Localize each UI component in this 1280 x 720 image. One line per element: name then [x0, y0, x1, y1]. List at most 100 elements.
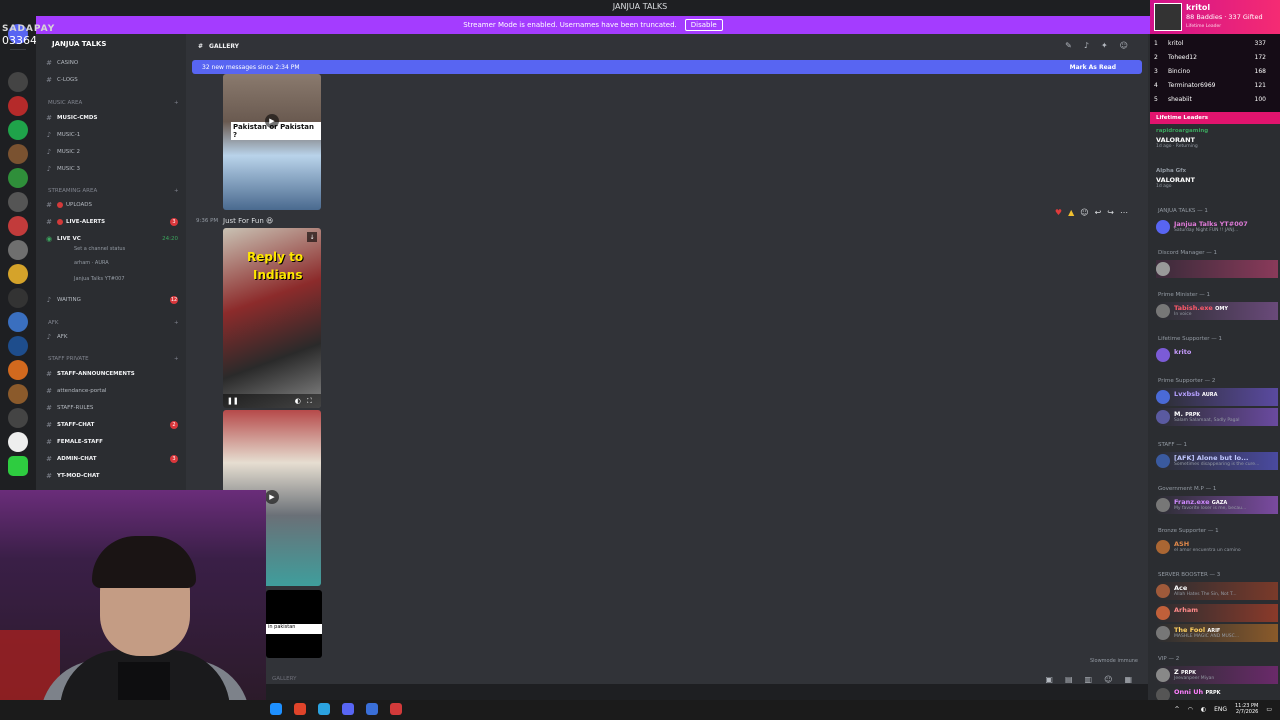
gift-icon[interactable]: ▣ — [1045, 675, 1053, 684]
member-row[interactable]: Janjua Talks YT#007 Saturday Night FUN !!… — [1156, 218, 1278, 236]
channel-staff-chat[interactable]: # STAFF-CHAT 2 — [44, 418, 184, 432]
sticker-icon[interactable]: ▥ — [1085, 675, 1093, 684]
obs-icon[interactable] — [390, 703, 402, 715]
add-channel-icon[interactable]: + — [174, 356, 179, 362]
server-icon[interactable] — [8, 216, 28, 236]
channel-music-3[interactable]: ♪ MUSIC 3 — [44, 162, 184, 176]
member-row[interactable]: Tabish.exe OMY In voice — [1156, 302, 1278, 320]
notifications-icon[interactable]: ♪ — [1084, 41, 1089, 50]
server-icon[interactable] — [8, 384, 28, 404]
server-icon[interactable] — [8, 408, 28, 428]
new-messages-bar[interactable]: 32 new messages since 2:34 PM Mark As Re… — [192, 60, 1142, 74]
channel-status[interactable]: Set a channel status — [74, 246, 125, 252]
thumbs-up-reaction-icon[interactable]: ▲ — [1068, 208, 1074, 217]
member-row[interactable]: [AFK] Alone but lo... Sometimes disappear… — [1156, 452, 1278, 470]
app-icon[interactable] — [366, 703, 378, 715]
video-attachment[interactable]: Pakistan or Pakistan ? ▶ — [223, 74, 321, 210]
channel-staff-rules[interactable]: # STAFF-RULES — [44, 401, 184, 415]
explorer-icon[interactable] — [270, 703, 282, 715]
server-icon[interactable] — [8, 168, 28, 188]
category-streaming[interactable]: STREAMING AREA + — [48, 188, 179, 194]
server-icon[interactable] — [8, 264, 28, 284]
more-icon[interactable]: ⋯ — [1120, 208, 1128, 217]
server-icon[interactable] — [8, 144, 28, 164]
video-player[interactable]: Reply to Indians ↓ ❚❚ ◐ ⛶ — [223, 228, 321, 408]
fullscreen-icon[interactable]: ⛶ — [307, 397, 312, 406]
chevron-up-icon[interactable]: ^ — [1175, 706, 1180, 713]
channel-music-cmds[interactable]: # MUSIC-CMDS — [44, 111, 184, 125]
member-row[interactable]: ASH el amor encuentra un camino — [1156, 538, 1278, 556]
video-attachment[interactable]: in pakistan — [266, 590, 322, 658]
message-input[interactable]: GALLERY ▣ ▤ ▥ ☺ ▦ — [192, 672, 1142, 686]
add-channel-icon[interactable]: + — [174, 188, 179, 194]
heart-reaction-icon[interactable]: ♥ — [1055, 208, 1062, 217]
member-row[interactable]: Lvxbsb AURA — [1156, 388, 1278, 406]
apps-icon[interactable]: ▦ — [1124, 675, 1132, 684]
mark-as-read-button[interactable]: Mark As Read — [1070, 64, 1116, 71]
add-channel-icon[interactable]: + — [174, 320, 179, 326]
channel-attendance-portal[interactable]: # attendance-portal — [44, 384, 184, 398]
add-reaction-icon[interactable]: ☺ — [1080, 208, 1088, 217]
member-row[interactable]: Franz.exe GAZA My favorite loser is me, b… — [1156, 496, 1278, 514]
disable-streamer-mode-button[interactable]: Disable — [684, 19, 723, 31]
pin-icon[interactable]: ✦ — [1101, 41, 1108, 50]
member-row[interactable]: The Fool ARIF MASHLE MAGIC AND MUSC... — [1156, 624, 1278, 642]
discord-icon[interactable] — [342, 703, 354, 715]
member-row[interactable]: Z PRPK Jeevanpeer Miyan — [1156, 666, 1278, 684]
category-afk[interactable]: AFK + — [48, 320, 179, 326]
server-icon[interactable] — [8, 192, 28, 212]
channel-live-vc[interactable]: ◉ LIVE VC 24:20 — [44, 232, 184, 246]
member-row[interactable]: Ace Allah Hates The Sin, Not T... — [1156, 582, 1278, 600]
server-icon[interactable] — [8, 96, 28, 116]
channel-live-alerts[interactable]: # LIVE-ALERTS 3 — [44, 215, 184, 229]
server-icon[interactable] — [8, 432, 28, 452]
notification-icon[interactable]: ▭ — [1266, 706, 1272, 713]
pause-icon[interactable]: ❚❚ — [227, 397, 239, 405]
emoji-icon[interactable]: ☺ — [1104, 675, 1112, 684]
forward-icon[interactable]: ↪ — [1107, 208, 1114, 217]
server-icon[interactable] — [8, 120, 28, 140]
category-staff[interactable]: STAFF PRIVATE + — [48, 356, 179, 362]
voice-user[interactable]: arham · AURA — [74, 260, 109, 266]
members-icon[interactable]: ☺ — [1120, 41, 1128, 50]
brave-icon[interactable] — [294, 703, 306, 715]
server-icon[interactable] — [8, 312, 28, 332]
channel-casino[interactable]: # CASINO — [44, 56, 184, 70]
server-icon[interactable] — [8, 456, 28, 476]
channel-uploads[interactable]: # UPLOADS — [44, 198, 184, 212]
language-indicator[interactable]: ENG — [1214, 706, 1227, 713]
clock[interactable]: 11:23 PM 2/7/2026 — [1235, 703, 1258, 715]
member-row[interactable]: Arham — [1156, 604, 1278, 622]
channel-music-1[interactable]: ♪ MUSIC-1 — [44, 128, 184, 142]
category-music[interactable]: MUSIC AREA + — [48, 100, 179, 106]
channel-staff-announcements[interactable]: # STAFF-ANNOUNCEMENTS — [44, 367, 184, 381]
server-icon[interactable] — [8, 72, 28, 92]
volume-icon[interactable]: ◐ — [1201, 706, 1206, 713]
member-row[interactable]: krito — [1156, 346, 1278, 364]
wifi-icon[interactable]: ◠ — [1188, 706, 1193, 713]
add-channel-icon[interactable]: + — [174, 100, 179, 106]
channel-afk[interactable]: ♪ AFK — [44, 330, 184, 344]
voice-user[interactable]: Janjua Talks YT#007 — [74, 276, 125, 282]
channel-admin-chat[interactable]: # ADMIN-CHAT 3 — [44, 452, 184, 466]
edge-icon[interactable] — [318, 703, 330, 715]
server-icon[interactable] — [8, 288, 28, 308]
channel-music-2[interactable]: ♪ MUSIC 2 — [44, 145, 184, 159]
play-icon[interactable]: ▶ — [265, 114, 279, 128]
member-row[interactable]: M. PRPK Salam Salamaat, Sadly Pagal — [1156, 408, 1278, 426]
channel-yt-mod-chat[interactable]: # YT-MOD-CHAT — [44, 469, 184, 483]
server-icon[interactable] — [8, 360, 28, 380]
reply-icon[interactable]: ↩ — [1095, 208, 1102, 217]
server-icon[interactable] — [8, 336, 28, 356]
play-icon[interactable]: ▶ — [265, 490, 279, 504]
channel-c-logs[interactable]: # C-LOGS — [44, 73, 184, 87]
volume-icon[interactable]: ◐ — [295, 397, 301, 405]
channel-female-staff[interactable]: # FEMALE-STAFF — [44, 435, 184, 449]
member-row[interactable] — [1156, 260, 1278, 278]
channel-waiting[interactable]: ♪ WAITING 12 — [44, 293, 184, 307]
member-activity[interactable]: rapidroargaming VALORANT 1d ago · Return… — [1156, 126, 1278, 149]
threads-icon[interactable]: ✎ — [1065, 41, 1072, 50]
server-icon[interactable] — [8, 240, 28, 260]
gif-icon[interactable]: ▤ — [1065, 675, 1073, 684]
server-name[interactable]: JANJUA TALKS — [52, 40, 106, 48]
